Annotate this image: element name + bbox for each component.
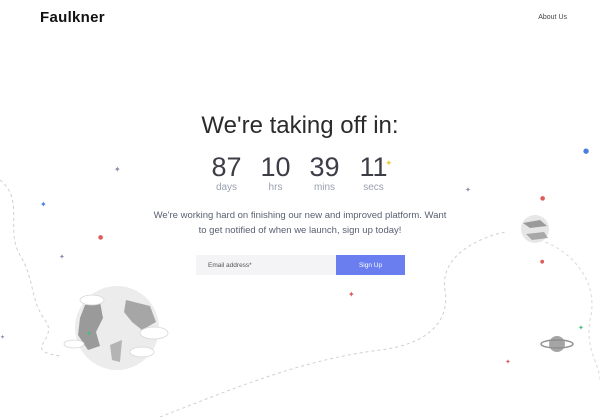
countdown-value: 11 (359, 152, 388, 182)
countdown-label: mins (313, 182, 336, 193)
countdown-value: 39 (309, 152, 340, 182)
svg-text:✦: ✦ (40, 200, 47, 209)
brand-logo[interactable]: Faulkner (40, 9, 105, 26)
svg-text:✦: ✦ (578, 324, 584, 332)
countdown-seconds: 11 secs (357, 152, 391, 193)
svg-text:✦: ✦ (0, 334, 5, 341)
svg-text:✦: ✦ (505, 358, 511, 366)
signup-form: Sign Up (196, 255, 405, 275)
svg-text:✦: ✦ (59, 253, 65, 261)
description-line-2: to get notified of when we launch, sign … (198, 225, 402, 236)
countdown-days: 87 days (210, 152, 244, 193)
nav-about-link[interactable]: About Us (538, 14, 567, 21)
countdown-value: 10 (260, 152, 291, 182)
sign-up-button[interactable]: Sign Up (336, 255, 405, 275)
dashed-path-left (0, 179, 61, 357)
header: Faulkner About Us (0, 0, 600, 36)
description: We're working hard on finishing our new … (150, 208, 450, 238)
planet-icon (521, 215, 549, 243)
countdown-hours: 10 hrs (259, 152, 293, 193)
svg-text:●: ● (540, 259, 545, 265)
countdown-minutes: 39 mins (308, 152, 342, 193)
countdown: 87 days 10 hrs 39 mins 11 secs (0, 152, 600, 193)
svg-text:✦: ✦ (86, 330, 92, 338)
dashed-path-right-lower (539, 239, 600, 381)
email-field[interactable] (196, 255, 336, 275)
countdown-label: hrs (268, 182, 283, 193)
svg-text:●: ● (98, 234, 103, 241)
svg-text:✦: ✦ (348, 290, 355, 299)
countdown-value: 87 (211, 152, 242, 182)
svg-text:●: ● (540, 195, 545, 202)
countdown-label: days (215, 182, 238, 193)
page-title: We're taking off in: (201, 112, 399, 139)
saturn-icon (540, 336, 574, 352)
countdown-label: secs (363, 182, 384, 193)
earth-icon (63, 286, 169, 370)
description-line-1: We're working hard on finishing our new … (153, 210, 447, 221)
